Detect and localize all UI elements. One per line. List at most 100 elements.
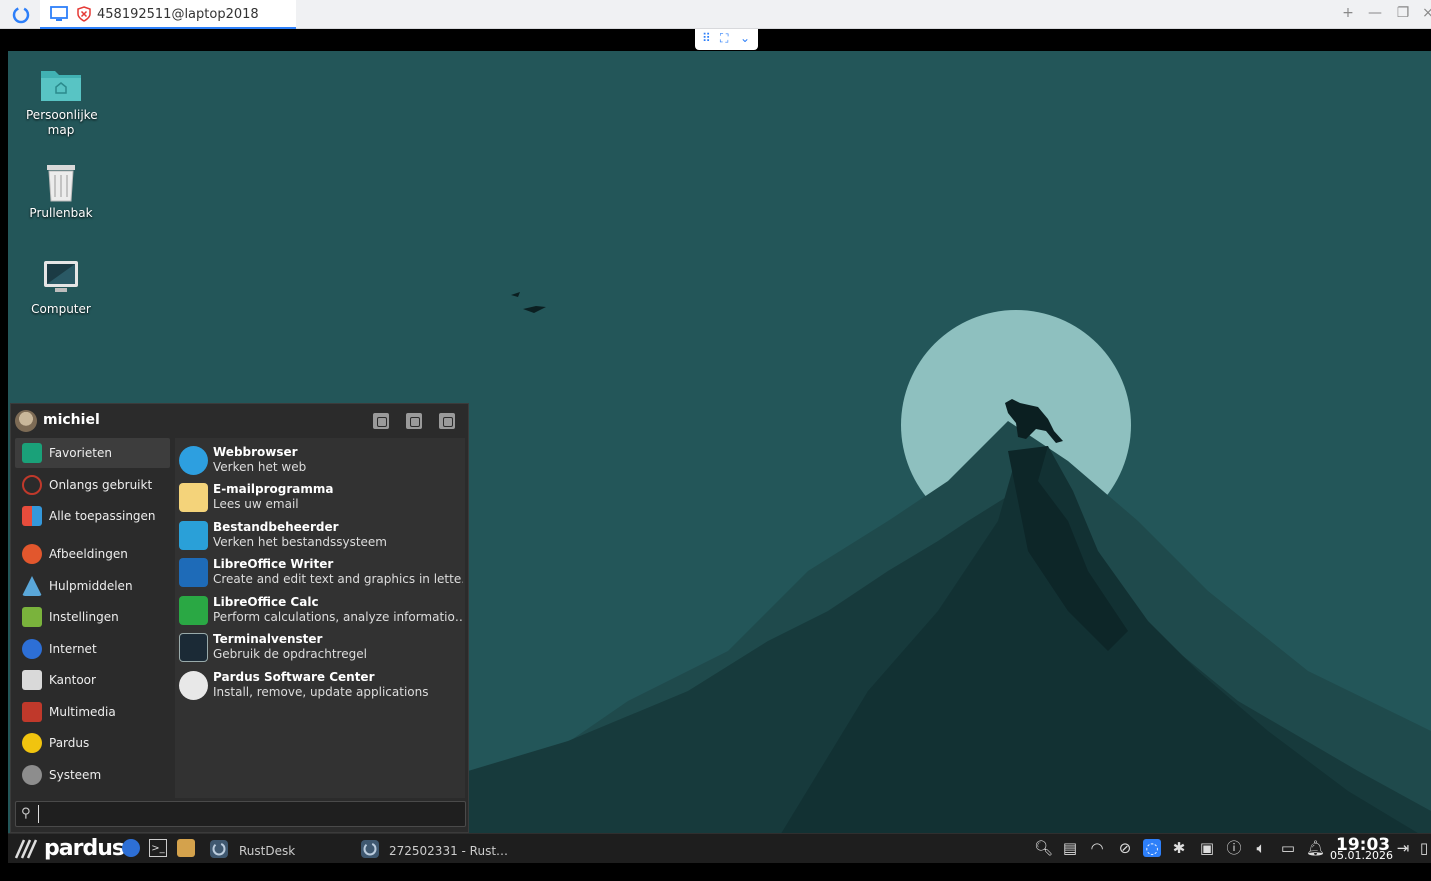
category-label: Systeem bbox=[49, 768, 102, 782]
desktop-icon-home[interactable]: Persoonlijke map bbox=[8, 65, 114, 138]
clock-date[interactable]: 05.01.2026 bbox=[1330, 849, 1393, 862]
drag-handle-icon[interactable]: ⠿ bbox=[702, 31, 711, 45]
app-mail[interactable]: E-mailprogramma Lees uw email bbox=[175, 479, 465, 515]
category-label: Internet bbox=[49, 642, 97, 656]
file-manager-launcher-icon[interactable] bbox=[177, 839, 195, 857]
task-label: RustDesk bbox=[239, 844, 296, 858]
rustdesk-icon bbox=[361, 840, 379, 858]
category-accessories[interactable]: Hulpmiddelen bbox=[15, 571, 170, 601]
category-label: Multimedia bbox=[49, 705, 116, 719]
accessories-icon bbox=[22, 576, 42, 596]
tab-title: 458192511@laptop2018 bbox=[97, 7, 259, 22]
category-internet[interactable]: Internet bbox=[15, 634, 170, 664]
notification-bell-icon[interactable]: 🔔︎ bbox=[1306, 839, 1325, 857]
app-description: Lees uw email bbox=[213, 497, 299, 511]
logout-tray-icon[interactable]: ⇥ bbox=[1394, 839, 1412, 857]
user-name: michiel bbox=[43, 412, 100, 428]
all-apps-icon bbox=[22, 506, 42, 526]
mail-icon bbox=[179, 483, 208, 512]
remote-desktop[interactable]: ⠿ ⛶ ⌄ Persoonlijke map Prullenbak Comput… bbox=[8, 29, 1431, 881]
app-name: Pardus Software Center bbox=[213, 670, 375, 684]
app-libreoffice-writer[interactable]: LibreOffice Writer Create and edit text … bbox=[175, 554, 465, 590]
new-tab-button[interactable]: + bbox=[1338, 5, 1358, 21]
category-label: Favorieten bbox=[49, 446, 112, 460]
category-favorites[interactable]: Favorieten bbox=[15, 438, 170, 468]
chevron-down-icon[interactable]: ⌄ bbox=[740, 31, 750, 45]
show-desktop-icon[interactable]: ▯ bbox=[1418, 839, 1430, 857]
search-icon: ⚲ bbox=[21, 806, 31, 821]
restore-button[interactable]: ❐ bbox=[1393, 5, 1413, 21]
multimedia-icon bbox=[22, 702, 42, 722]
settings-icon[interactable] bbox=[373, 413, 389, 429]
settings-icon bbox=[22, 607, 42, 627]
remote-control-toolbar: ⠿ ⛶ ⌄ bbox=[695, 29, 758, 50]
category-system[interactable]: Systeem bbox=[15, 760, 170, 790]
category-recent[interactable]: Onlangs gebruikt bbox=[15, 470, 170, 500]
fullscreen-icon[interactable]: ⛶ bbox=[720, 31, 728, 46]
category-label: Onlangs gebruikt bbox=[49, 478, 153, 492]
desktop-icon-trash[interactable]: Prullenbak bbox=[8, 161, 114, 221]
taskbar-task-rustdesk[interactable]: RustDesk bbox=[206, 837, 346, 861]
app-webbrowser[interactable]: Webbrowser Verken het web bbox=[175, 442, 465, 478]
category-pardus[interactable]: Pardus bbox=[15, 728, 170, 758]
system-icon bbox=[22, 765, 42, 785]
taskbar-task-rustdesk-session[interactable]: 272502331 - Rust… bbox=[357, 837, 517, 861]
pardus-icon bbox=[22, 733, 42, 753]
rustdesk-tray-icon[interactable]: ◌ bbox=[1143, 839, 1161, 857]
category-label: Kantoor bbox=[49, 673, 96, 687]
task-label: 272502331 - Rust… bbox=[389, 844, 509, 858]
terminal-icon bbox=[179, 633, 208, 662]
monitor-icon bbox=[50, 6, 68, 21]
app-software-center[interactable]: Pardus Software Center Install, remove, … bbox=[175, 667, 465, 703]
volume-icon[interactable]: 🔈︎ bbox=[1252, 839, 1270, 857]
battery-icon[interactable]: ▭ bbox=[1279, 839, 1297, 857]
avatar[interactable] bbox=[15, 410, 37, 432]
menu-search: ⚲ bbox=[15, 801, 466, 827]
category-office[interactable]: Kantoor bbox=[15, 665, 170, 695]
info-icon[interactable]: ⓘ bbox=[1225, 839, 1243, 857]
app-description: Install, remove, update applications bbox=[213, 685, 429, 699]
tab-remote-session[interactable]: 458192511@laptop2018 bbox=[40, 0, 296, 29]
bluetooth-icon[interactable]: ✱ bbox=[1170, 839, 1188, 857]
update-icon[interactable]: ▣ bbox=[1198, 839, 1216, 857]
graphics-icon bbox=[22, 544, 42, 564]
remote-window-titlebar: 458192511@laptop2018 + — ❐ × bbox=[0, 0, 1431, 29]
app-description: Verken het web bbox=[213, 460, 307, 474]
pardus-logo[interactable]: pardus bbox=[44, 836, 125, 861]
category-graphics[interactable]: Afbeeldingen bbox=[15, 539, 170, 569]
category-all-apps[interactable]: Alle toepassingen bbox=[15, 501, 170, 531]
home-folder-icon bbox=[41, 71, 81, 101]
menu-header: michiel bbox=[11, 404, 470, 436]
whisker-menu-icon[interactable] bbox=[14, 838, 38, 860]
category-settings[interactable]: Instellingen bbox=[15, 602, 170, 632]
desktop-icon-computer[interactable]: Computer bbox=[8, 257, 114, 317]
application-menu: michiel Favorieten Onlangs gebruikt Alle… bbox=[10, 403, 469, 833]
category-label: Instellingen bbox=[49, 610, 119, 624]
key-icon[interactable]: 🔍︎ bbox=[1034, 839, 1053, 857]
internet-icon bbox=[22, 639, 42, 659]
web-browser-launcher-icon[interactable] bbox=[122, 839, 140, 857]
web-browser-icon bbox=[179, 446, 208, 475]
rustdesk-logo-icon bbox=[12, 6, 30, 24]
office-icon bbox=[22, 670, 42, 690]
logout-icon[interactable] bbox=[439, 413, 455, 429]
recent-icon bbox=[22, 475, 42, 495]
search-input[interactable] bbox=[38, 805, 458, 823]
app-name: Bestandbeheerder bbox=[213, 520, 339, 534]
taskbar: pardus >_ RustDesk 272502331 - Rust… 🔍︎ … bbox=[8, 833, 1431, 863]
app-libreoffice-calc[interactable]: LibreOffice Calc Perform calculations, a… bbox=[175, 592, 465, 628]
app-name: LibreOffice Writer bbox=[213, 557, 334, 571]
category-multimedia[interactable]: Multimedia bbox=[15, 697, 170, 727]
clipboard-icon[interactable]: ▤ bbox=[1061, 839, 1079, 857]
calc-icon bbox=[179, 596, 208, 625]
close-button[interactable]: × bbox=[1418, 5, 1431, 21]
security-warning-icon bbox=[77, 6, 91, 22]
app-file-manager[interactable]: Bestandbeheerder Verken het bestandssyst… bbox=[175, 517, 465, 553]
app-name: Webbrowser bbox=[213, 445, 298, 459]
wifi-icon[interactable]: ◠ bbox=[1088, 839, 1106, 857]
bluetooth-off-icon[interactable]: ⊘ bbox=[1116, 839, 1134, 857]
minimize-button[interactable]: — bbox=[1365, 5, 1385, 21]
lock-screen-icon[interactable] bbox=[406, 413, 422, 429]
app-terminal[interactable]: Terminalvenster Gebruik de opdrachtregel bbox=[175, 629, 465, 665]
terminal-launcher-icon[interactable]: >_ bbox=[149, 839, 167, 857]
